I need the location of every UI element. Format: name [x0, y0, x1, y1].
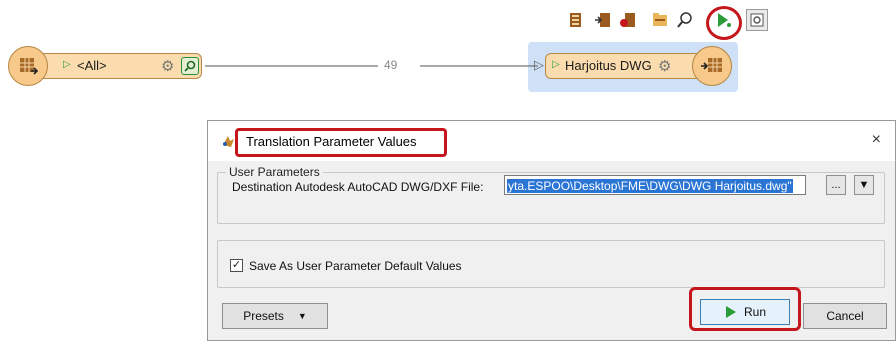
- cancel-button[interactable]: Cancel: [803, 303, 887, 329]
- expand-arrow-icon[interactable]: ▷: [63, 59, 71, 70]
- destination-file-input[interactable]: yta.ESPOO\Desktop\FME\DWG\DWG Harjoitus.…: [504, 175, 806, 195]
- param-label: Destination Autodesk AutoCAD DWG/DXF Fil…: [232, 180, 484, 194]
- fme-logo-icon: [220, 133, 236, 154]
- save-default-checkbox[interactable]: ✓: [230, 259, 243, 272]
- browse-button[interactable]: ...: [826, 175, 846, 195]
- connection-count: 49: [384, 58, 398, 72]
- writer-feature-type-node[interactable]: ▷ ▷ Harjoitus DWG ⚙: [534, 53, 705, 79]
- input-port-icon: ▷: [534, 57, 544, 72]
- presets-button[interactable]: Presets ▼: [222, 303, 328, 329]
- node-label: <All>: [77, 58, 107, 73]
- gear-icon[interactable]: ⚙: [161, 57, 174, 75]
- inspector-icon[interactable]: [181, 57, 199, 75]
- param-value: yta.ESPOO\Desktop\FME\DWG\DWG Harjoitus.…: [507, 179, 793, 193]
- chevron-down-icon: ▼: [858, 179, 870, 191]
- dialog-titlebar: Translation Parameter Values ×: [208, 121, 895, 161]
- title-highlight: [235, 128, 447, 157]
- expand-arrow-icon[interactable]: ▷: [552, 59, 560, 70]
- table-icon: [20, 58, 39, 75]
- save-default-label: Save As User Parameter Default Values: [249, 259, 462, 273]
- dropdown-button[interactable]: ▼: [854, 175, 874, 195]
- close-icon[interactable]: ×: [872, 131, 881, 149]
- run-button-highlight: [689, 287, 801, 331]
- group-title: User Parameters: [226, 165, 323, 179]
- presets-label: Presets: [243, 309, 284, 323]
- reader-port: [8, 46, 48, 86]
- chevron-down-icon: ▼: [297, 311, 307, 321]
- reader-feature-type-node[interactable]: ▷ <All> ⚙: [22, 53, 202, 79]
- node-label: Harjoitus DWG: [565, 58, 652, 73]
- table-icon: [701, 58, 722, 72]
- writer-port: [692, 46, 732, 86]
- gear-icon[interactable]: ⚙: [658, 57, 671, 75]
